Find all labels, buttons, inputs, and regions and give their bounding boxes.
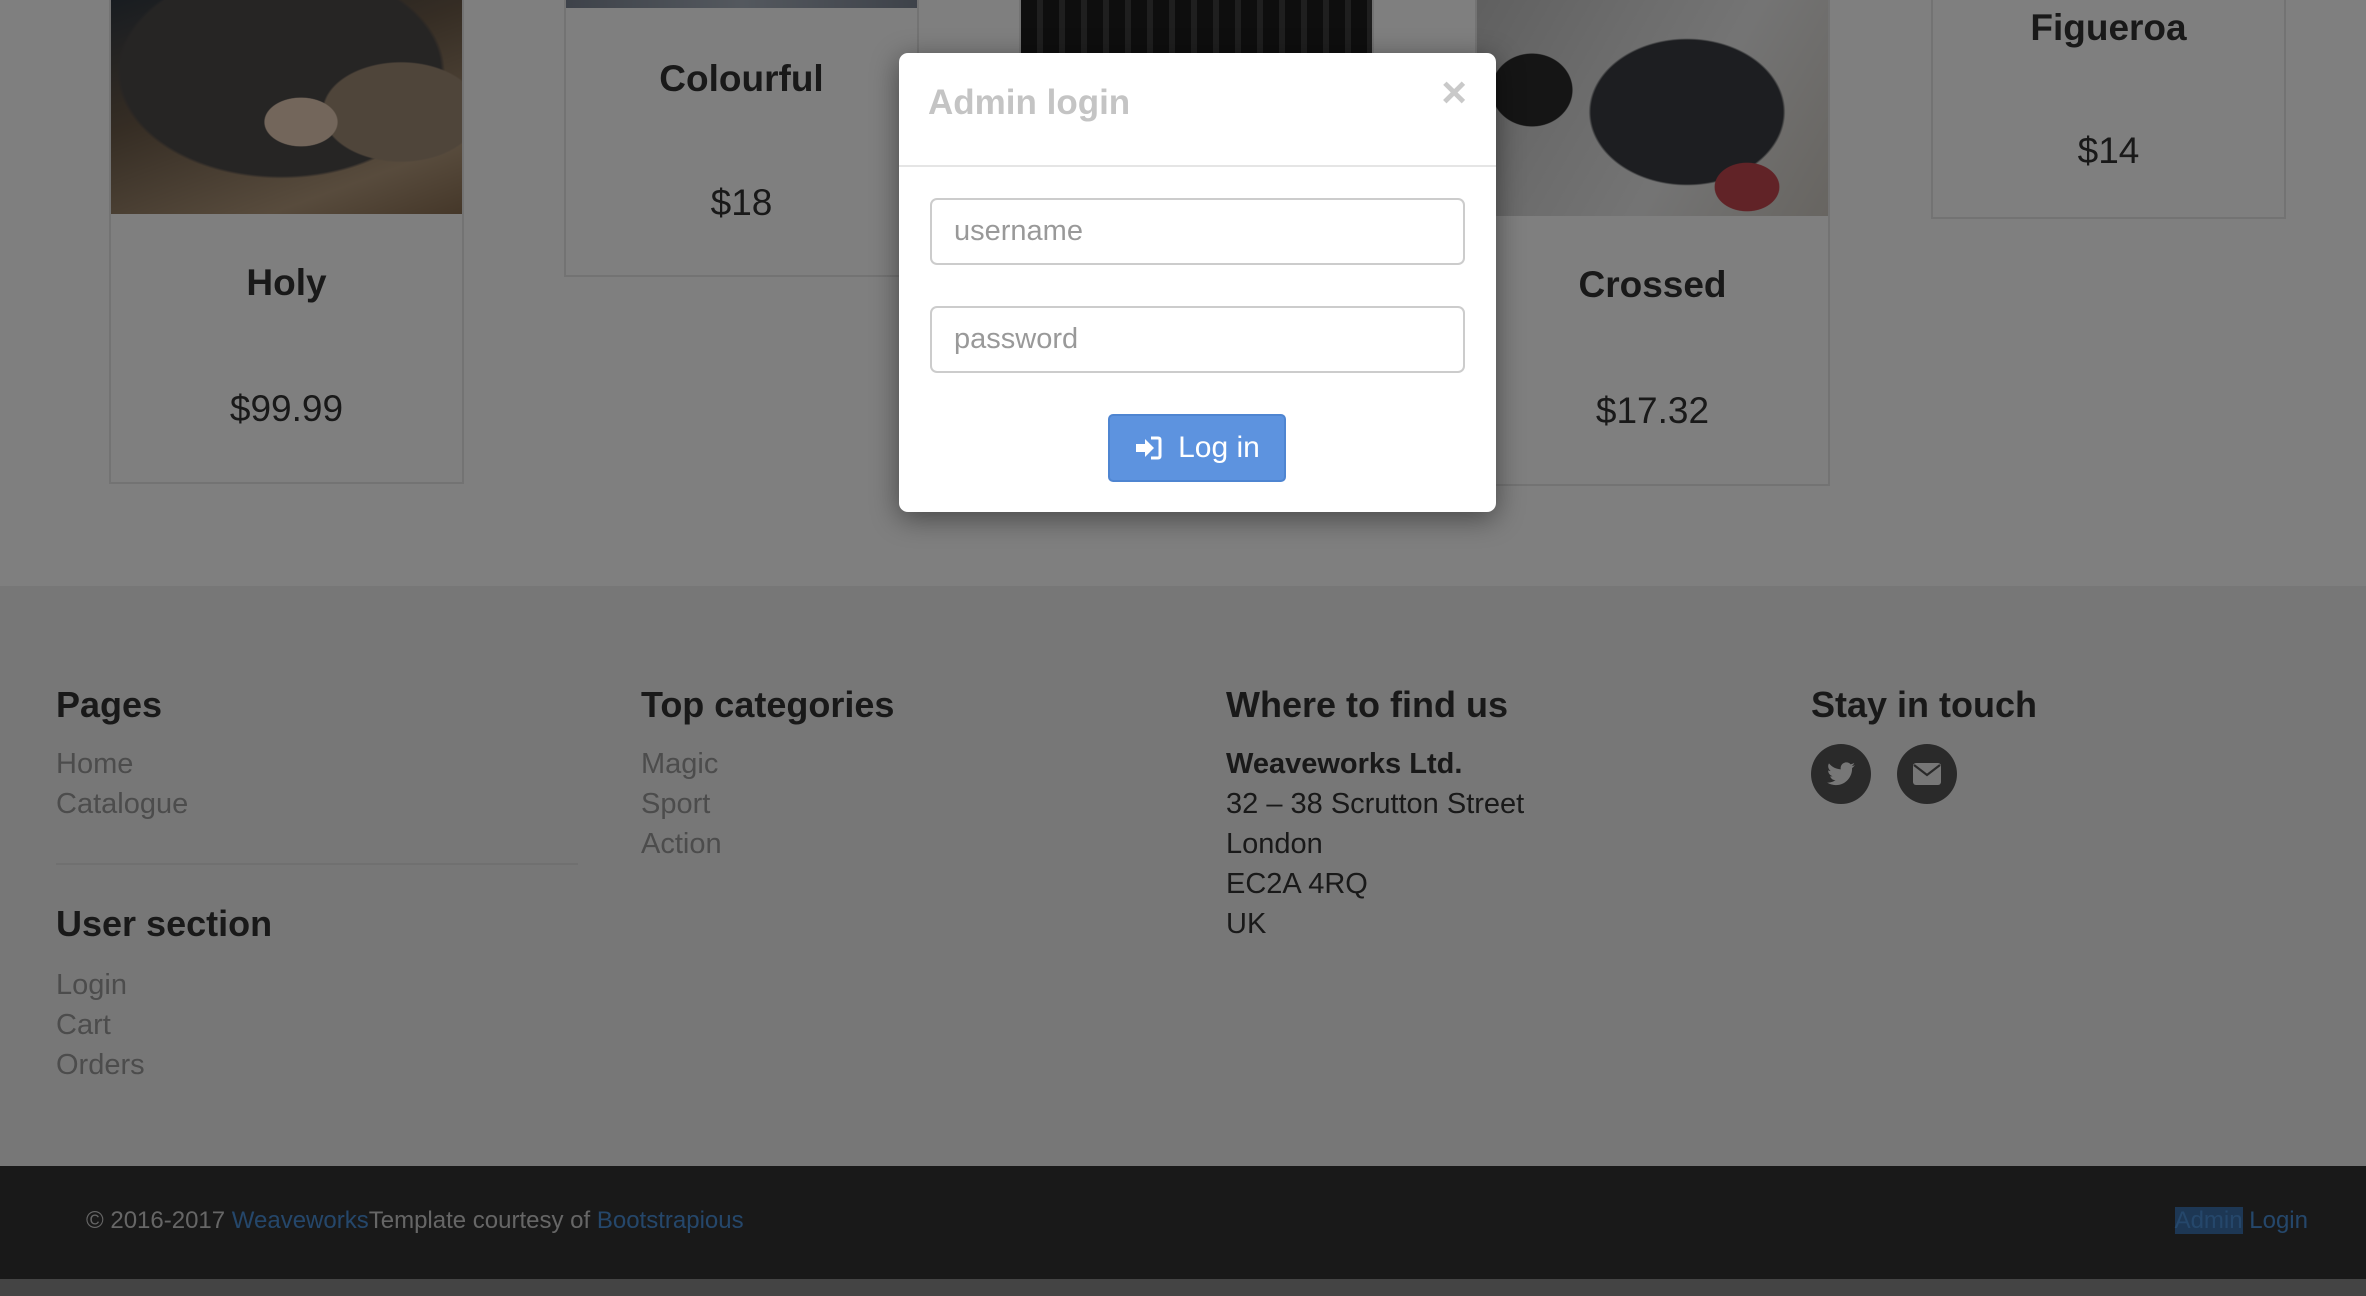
modal-title: Admin login — [928, 83, 1131, 122]
sign-in-icon — [1134, 435, 1162, 461]
admin-login-modal: Admin login × Log in — [899, 53, 1496, 512]
close-icon[interactable]: × — [1441, 71, 1467, 115]
password-input[interactable] — [930, 306, 1465, 373]
login-button[interactable]: Log in — [1108, 414, 1286, 482]
modal-divider — [899, 165, 1496, 167]
login-button-label: Log in — [1178, 431, 1260, 464]
username-input[interactable] — [930, 198, 1465, 265]
